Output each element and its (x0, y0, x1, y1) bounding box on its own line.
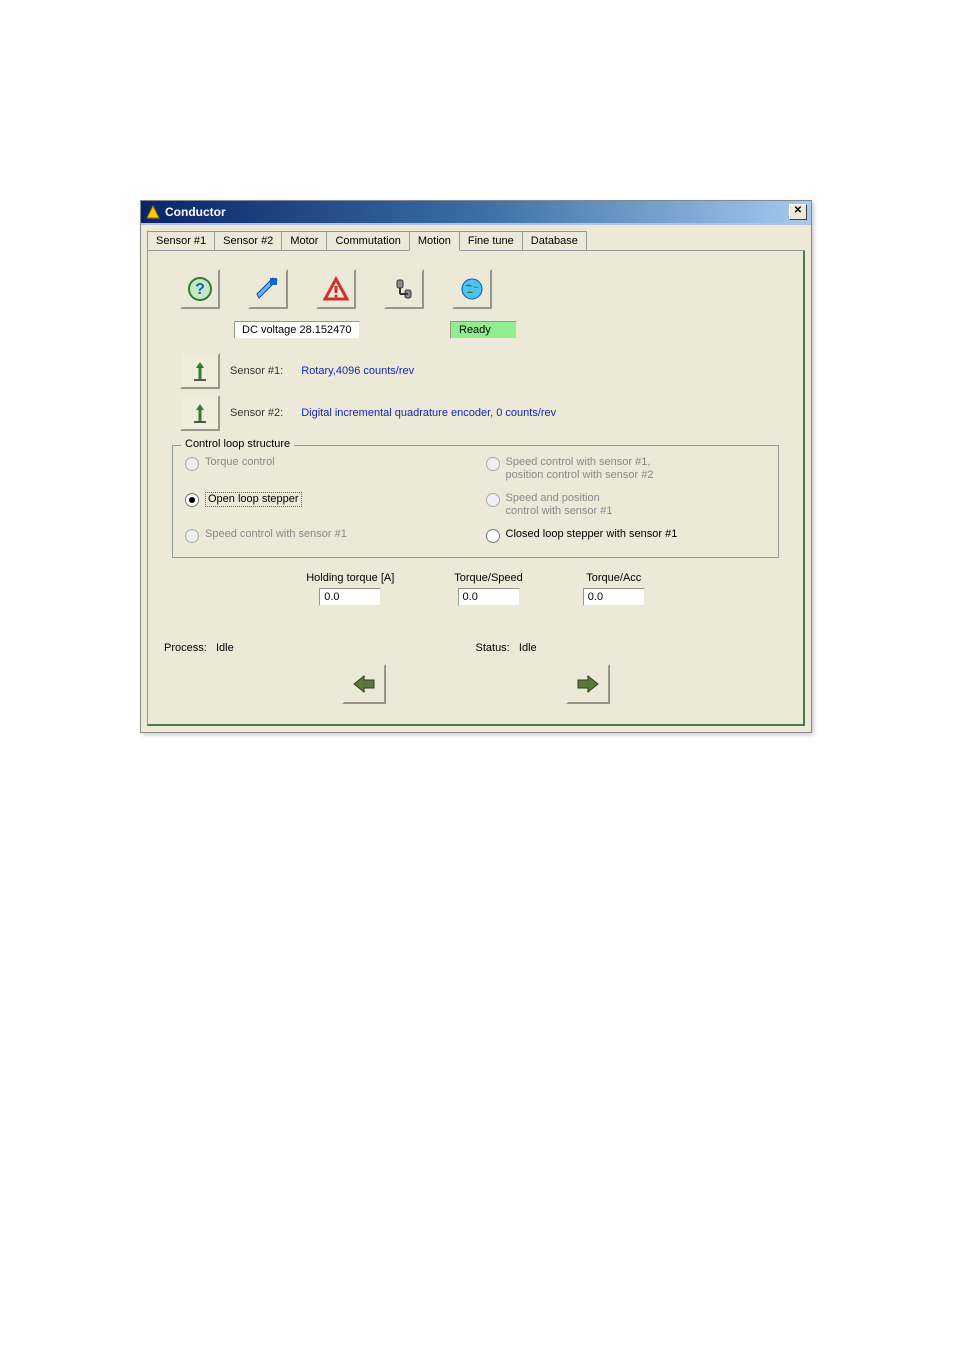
status-value: Idle (519, 642, 537, 654)
radio-label: Closed loop stepper with sensor #1 (506, 528, 678, 541)
radio-label: Torque control (205, 456, 275, 469)
radio-label: Speed and positioncontrol with sensor #1 (506, 492, 613, 518)
prev-button[interactable] (342, 664, 386, 704)
globe-button[interactable] (452, 269, 492, 309)
connect-button[interactable] (248, 269, 288, 309)
status-row: DC voltage 28.152470 Ready (234, 321, 787, 339)
param-torque-speed: Torque/Speed (454, 572, 523, 606)
tab-sensor1[interactable]: Sensor #1 (147, 231, 215, 250)
next-button[interactable] (566, 664, 610, 704)
process-label: Process: (164, 642, 207, 654)
radio-label: Open loop stepper (205, 492, 302, 507)
tab-strip: Sensor #1 Sensor #2 Motor Commutation Mo… (147, 231, 805, 251)
radio-icon (185, 457, 199, 471)
torque-speed-input[interactable] (458, 588, 520, 606)
radio-torque-control: Torque control (185, 456, 466, 482)
sensor1-label: Sensor #1: (230, 365, 283, 377)
radio-icon (486, 529, 500, 543)
footer-status: Process: Idle Status: Idle (164, 642, 787, 654)
sensor1-button[interactable] (180, 353, 220, 389)
control-loop-group: Control loop structure Torque control Sp… (172, 445, 779, 558)
group-title: Control loop structure (181, 438, 294, 450)
tab-commutation[interactable]: Commutation (326, 231, 409, 250)
radio-label: Speed control with sensor #1 (205, 528, 347, 541)
sensor2-row: Sensor #2: Digital incremental quadratur… (180, 395, 787, 431)
radio-closed-loop-stepper[interactable]: Closed loop stepper with sensor #1 (486, 528, 767, 543)
radio-icon (486, 457, 500, 471)
radio-icon (486, 493, 500, 507)
tab-finetune[interactable]: Fine tune (459, 231, 523, 250)
radio-speed-control-s1: Speed control with sensor #1 (185, 528, 466, 543)
nav-row (164, 664, 787, 704)
radio-icon (185, 493, 199, 507)
tab-motion[interactable]: Motion (409, 231, 460, 251)
radio-grid: Torque control Speed control with sensor… (185, 456, 766, 543)
param-label: Holding torque [A] (306, 572, 394, 584)
dc-voltage-display: DC voltage 28.152470 (234, 321, 360, 339)
param-label: Torque/Speed (454, 572, 523, 584)
ready-status: Ready (450, 321, 517, 339)
radio-speed-pos-s1s2: Speed control with sensor #1,position co… (486, 456, 767, 482)
radio-icon (185, 529, 199, 543)
window-content: Sensor #1 Sensor #2 Motor Commutation Mo… (141, 223, 811, 732)
warning-button[interactable] (316, 269, 356, 309)
param-label: Torque/Acc (586, 572, 641, 584)
sensor2-value: Digital incremental quadrature encoder, … (301, 407, 556, 419)
conductor-window: Conductor ✕ Sensor #1 Sensor #2 Motor Co… (140, 200, 812, 733)
window-title: Conductor (165, 205, 789, 219)
tab-database[interactable]: Database (522, 231, 587, 250)
process-value: Idle (216, 642, 234, 654)
status-label: Status: (476, 642, 510, 654)
sensor1-value: Rotary,4096 counts/rev (301, 365, 414, 377)
params-row: Holding torque [A] Torque/Speed Torque/A… (164, 572, 787, 606)
param-holding-torque: Holding torque [A] (306, 572, 394, 606)
app-icon (145, 204, 161, 220)
holding-torque-input[interactable] (319, 588, 381, 606)
titlebar: Conductor ✕ (141, 201, 811, 223)
radio-label: Speed control with sensor #1,position co… (506, 456, 654, 482)
svg-text:?: ? (195, 281, 205, 298)
sensor2-label: Sensor #2: (230, 407, 283, 419)
sensor1-row: Sensor #1: Rotary,4096 counts/rev (180, 353, 787, 389)
tab-panel: ? DC voltage 28.152470 Ready (147, 251, 805, 726)
close-icon[interactable]: ✕ (789, 204, 807, 220)
sensor2-button[interactable] (180, 395, 220, 431)
help-button[interactable]: ? (180, 269, 220, 309)
tab-motor[interactable]: Motor (281, 231, 327, 250)
radio-speed-pos-s1: Speed and positioncontrol with sensor #1 (486, 492, 767, 518)
param-torque-acc: Torque/Acc (583, 572, 645, 606)
tab-sensor2[interactable]: Sensor #2 (214, 231, 282, 250)
config-button[interactable] (384, 269, 424, 309)
torque-acc-input[interactable] (583, 588, 645, 606)
radio-open-loop-stepper[interactable]: Open loop stepper (185, 492, 466, 518)
toolbar: ? (180, 269, 787, 309)
